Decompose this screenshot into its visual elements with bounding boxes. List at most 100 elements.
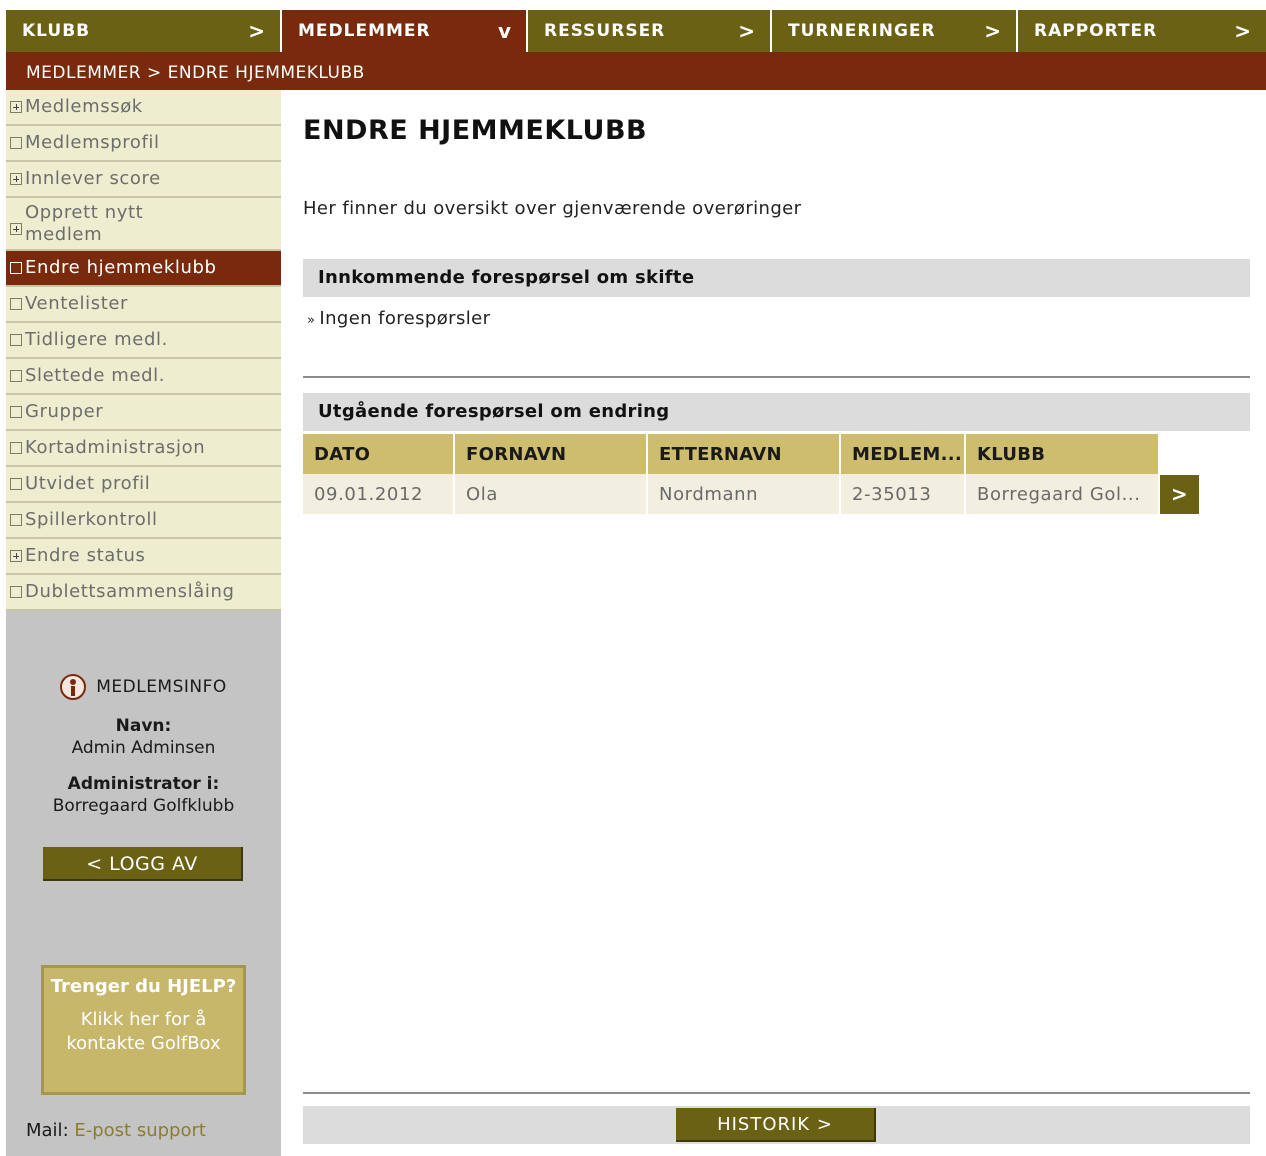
sidebar-item-label: Innlever score [25, 168, 161, 189]
box-icon [10, 478, 22, 490]
outgoing-table-wrapper: DATO FORNAVN ETTERNAVN MEDLEM... KLUBB 0… [303, 434, 1250, 514]
cell-action: > [1160, 474, 1199, 514]
double-chevron-icon: » [307, 313, 316, 328]
help-text: Klikk her for å kontakte GolfBox [66, 1009, 221, 1054]
plus-box-icon [10, 173, 22, 185]
historik-button[interactable]: HISTORIK > [676, 1108, 876, 1142]
column-header-fornavn[interactable]: FORNAVN [455, 434, 646, 474]
plus-box-icon [10, 222, 22, 235]
sidebar-item-opprett-nytt-medlem[interactable]: Opprett nytt medlem [6, 198, 281, 251]
outgoing-requests-table: DATO FORNAVN ETTERNAVN MEDLEM... KLUBB 0… [301, 434, 1201, 514]
nav-tab-label: RAPPORTER [1034, 21, 1158, 41]
sidebar-item-label: Spillerkontroll [25, 509, 158, 530]
sidebar-item-medlemssok[interactable]: Medlemssøk [6, 90, 281, 126]
sidebar-item-label: Tidligere medl. [25, 329, 168, 350]
column-header-etternavn[interactable]: ETTERNAVN [648, 434, 839, 474]
mail-label: Mail: [26, 1120, 69, 1141]
sidebar-item-label: Grupper [25, 401, 104, 422]
box-icon [10, 586, 22, 598]
sidebar-item-dublettsammenslaing[interactable]: Dublettsammenslåing [6, 575, 281, 611]
sidebar-item-label: Endre hjemmeklubb [25, 257, 217, 278]
sidebar-item-tidligere-medl[interactable]: Tidligere medl. [6, 323, 281, 359]
admin-value: Borregaard Golfklubb [52, 796, 235, 816]
sidebar-item-innlever-score[interactable]: Innlever score [6, 162, 281, 198]
chevron-right-icon: > [1234, 19, 1252, 43]
column-header-medlem[interactable]: MEDLEM... [841, 434, 964, 474]
nav-tab-turneringer[interactable]: TURNERINGER > [772, 10, 1018, 52]
nav-tab-klubb[interactable]: KLUBB > [6, 10, 282, 52]
sidebar-item-kortadministrasjon[interactable]: Kortadministrasjon [6, 431, 281, 467]
sidebar-item-label: Dublettsammenslåing [25, 581, 235, 602]
incoming-section-header: Innkommende forespørsel om skifte [303, 259, 1250, 297]
column-header-dato[interactable]: DATO [303, 434, 453, 474]
column-header-spacer [1160, 434, 1199, 474]
sidebar-menu: Medlemssøk Medlemsprofil Innlever score … [6, 90, 281, 611]
cell-dato: 09.01.2012 [303, 474, 453, 514]
sidebar-item-endre-hjemmeklubb[interactable]: Endre hjemmeklubb [6, 251, 281, 287]
help-title: Trenger du HJELP? [50, 976, 237, 997]
plus-box-icon [10, 550, 22, 562]
breadcrumb: MEDLEMMER > ENDRE HJEMMEKLUBB [6, 52, 1266, 90]
nav-tab-label: MEDLEMMER [298, 21, 431, 41]
cell-fornavn: Ola [455, 474, 646, 514]
nav-tab-medlemmer[interactable]: MEDLEMMER v [282, 10, 528, 52]
sidebar-item-label: Opprett nytt medlem [25, 201, 144, 245]
sidebar-item-label: Medlemsprofil [25, 132, 160, 153]
cell-klubb: Borregaard Gol... [966, 474, 1158, 514]
box-icon [10, 370, 22, 382]
bottom-divider [303, 1092, 1250, 1094]
sidebar-item-ventelister[interactable]: Ventelister [6, 287, 281, 323]
bottom-bar: HISTORIK > [303, 1106, 1250, 1144]
member-info-heading-row: MEDLEMSINFO [6, 674, 281, 700]
name-value: Admin Adminsen [71, 738, 216, 758]
nav-tab-ressurser[interactable]: RESSURSER > [528, 10, 772, 52]
no-requests-label: Ingen forespørsler [319, 308, 491, 329]
logout-button[interactable]: < LOGG AV [43, 847, 243, 881]
table-header-row: DATO FORNAVN ETTERNAVN MEDLEM... KLUBB [303, 434, 1199, 474]
email-support-link[interactable]: E-post support [74, 1120, 206, 1141]
sidebar-item-spillerkontroll[interactable]: Spillerkontroll [6, 503, 281, 539]
outgoing-section-header: Utgående forespørsel om endring [303, 393, 1250, 431]
nav-tab-rapporter[interactable]: RAPPORTER > [1018, 10, 1266, 52]
page-title: ENDRE HJEMMEKLUBB [303, 115, 648, 146]
person-icon [60, 674, 87, 700]
help-box[interactable]: Trenger du HJELP? Klikk her for å kontak… [41, 965, 246, 1095]
box-icon [10, 442, 22, 454]
box-icon [10, 514, 22, 526]
sidebar-item-utvidet-profil[interactable]: Utvidet profil [6, 467, 281, 503]
nav-tab-label: RESSURSER [544, 21, 666, 41]
chevron-right-icon: > [248, 19, 266, 43]
box-icon [10, 137, 22, 149]
sidebar-item-label: Ventelister [25, 293, 129, 314]
member-info-heading: MEDLEMSINFO [96, 677, 227, 697]
admin-label: Administrator i: [67, 774, 220, 794]
row-details-chevron-icon[interactable]: > [1160, 474, 1199, 514]
sidebar-item-label: Endre status [25, 545, 146, 566]
sidebar-item-label: Medlemssøk [25, 96, 143, 117]
box-icon [10, 298, 22, 310]
sidebar-item-label: Utvidet profil [25, 473, 151, 494]
section-divider [303, 376, 1250, 378]
nav-tab-label: TURNERINGER [788, 21, 936, 41]
sidebar-item-label: Kortadministrasjon [25, 437, 206, 458]
cell-etternavn: Nordmann [648, 474, 839, 514]
main-content: ENDRE HJEMMEKLUBB Her finner du oversikt… [303, 90, 1250, 1156]
sidebar-item-grupper[interactable]: Grupper [6, 395, 281, 431]
column-header-klubb[interactable]: KLUBB [966, 434, 1158, 474]
plus-box-icon [10, 101, 22, 113]
table-row[interactable]: 09.01.2012 Ola Nordmann 2-35013 Borregaa… [303, 474, 1199, 514]
box-icon [10, 406, 22, 418]
sidebar: Medlemssøk Medlemsprofil Innlever score … [6, 90, 281, 1156]
cell-medlem: 2-35013 [841, 474, 964, 514]
no-requests-text: » Ingen forespørsler [307, 308, 490, 329]
member-info-panel: MEDLEMSINFO Navn: Admin Adminsen Adminis… [6, 640, 281, 881]
sidebar-item-slettede-medl[interactable]: Slettede medl. [6, 359, 281, 395]
name-label: Navn: [115, 716, 172, 736]
top-navigation: KLUBB > MEDLEMMER v RESSURSER > TURNERIN… [6, 10, 1266, 52]
box-icon [10, 262, 22, 274]
sidebar-item-medlemsprofil[interactable]: Medlemsprofil [6, 126, 281, 162]
sidebar-item-endre-status[interactable]: Endre status [6, 539, 281, 575]
intro-text: Her finner du oversikt over gjenværende … [303, 198, 802, 219]
box-icon [10, 334, 22, 346]
nav-tab-label: KLUBB [22, 21, 91, 41]
